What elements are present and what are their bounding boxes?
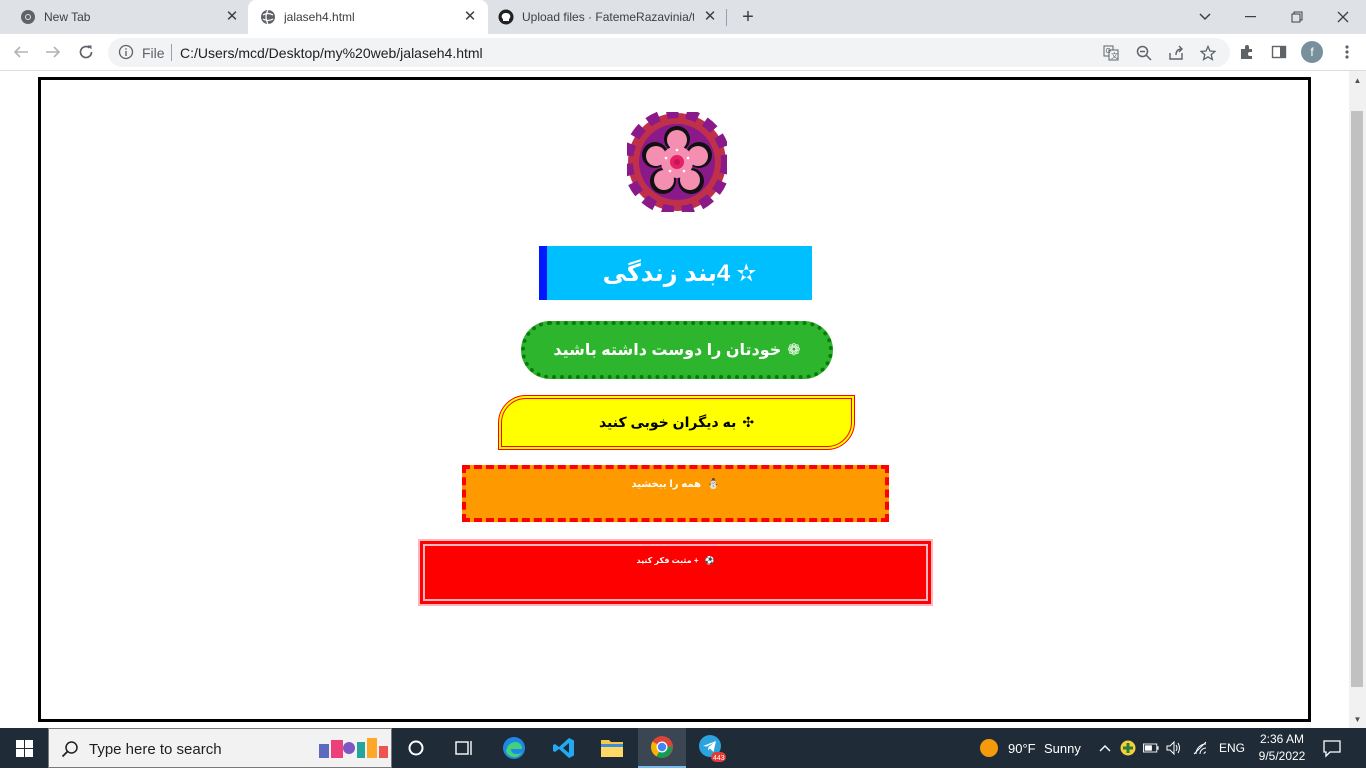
close-tab-icon[interactable]: ✕: [462, 9, 478, 25]
tab-separator: [726, 9, 727, 26]
reload-icon[interactable]: [75, 41, 97, 63]
search-icon: [61, 740, 79, 758]
telegram-icon[interactable]: 443: [688, 728, 736, 768]
rule-item-title: ✫ 4بند زندگی: [539, 246, 812, 300]
taskbar-search-box[interactable]: Type here to search: [48, 728, 392, 768]
ball-icon: ⚽: [704, 556, 715, 565]
rule-text: همه را ببخشید: [631, 479, 702, 490]
file-explorer-icon[interactable]: [588, 728, 636, 768]
restore-button[interactable]: [1274, 0, 1320, 34]
svg-text:文: 文: [1111, 51, 1118, 60]
telegram-badge: 443: [713, 755, 725, 762]
share-icon[interactable]: [1167, 44, 1184, 61]
scroll-down-arrow-icon[interactable]: ▼: [1353, 715, 1362, 724]
close-tab-icon[interactable]: ✕: [224, 9, 240, 25]
scroll-up-arrow-icon[interactable]: ▲: [1353, 76, 1362, 85]
github-icon: [498, 9, 514, 25]
address-bar[interactable]: File C:/Users/mcd/Desktop/my%20web/jalas…: [108, 38, 1230, 67]
language-indicator[interactable]: ENG: [1219, 741, 1245, 755]
windows-taskbar: Type here to search 443 90°F Sunny ENG 2…: [0, 728, 1366, 768]
new-tab-button[interactable]: +: [737, 6, 759, 28]
tab-label: Upload files · FatemeRazavinia/ta: [522, 10, 694, 24]
weather-temp[interactable]: 90°F: [1008, 741, 1036, 756]
star-icon: ✫: [736, 259, 757, 287]
vertical-scrollbar[interactable]: ▲ ▼: [1349, 71, 1366, 728]
flower-logo: [623, 108, 731, 216]
tab-label: New Tab: [44, 10, 91, 24]
rule-text: خودتان را دوست داشته باشید: [553, 342, 782, 359]
address-separator: [171, 44, 172, 61]
tab-search-chevron-icon[interactable]: [1182, 0, 1228, 34]
zoom-icon[interactable]: [1135, 44, 1152, 61]
rule-text: 4بند زندگی: [602, 259, 731, 287]
kebab-menu-icon[interactable]: [1337, 42, 1357, 62]
tab-new-tab[interactable]: New Tab ✕: [0, 0, 248, 34]
bookmark-star-icon[interactable]: [1199, 44, 1216, 61]
info-icon[interactable]: [118, 44, 134, 60]
chrome-icon: [20, 9, 36, 25]
url-text[interactable]: C:/Users/mcd/Desktop/my%20web/jalaseh4.h…: [180, 45, 483, 61]
flower-icon: ❁: [787, 342, 801, 359]
page-viewport: ✫ 4بند زندگی ❁ خودتان را دوست داشته باشی…: [0, 71, 1349, 728]
svg-text:G: G: [1105, 48, 1110, 55]
battery-icon[interactable]: [1143, 740, 1159, 756]
browser-tab-strip: New Tab ✕ jalaseh4.html ✕ Upload files ·…: [0, 0, 1366, 34]
close-tab-icon[interactable]: ✕: [702, 9, 718, 25]
rule-item-think-positive: ⚽ + مثبت فکر کنید: [418, 539, 933, 606]
clock-date: 9/5/2022: [1258, 749, 1306, 763]
rule-item-love-yourself: ❁ خودتان را دوست داشته باشید: [521, 321, 833, 379]
rule-item-be-kind: ✣ به دیگران خوبی کنید: [498, 395, 855, 450]
weather-sun-icon[interactable]: [979, 738, 999, 758]
close-window-button[interactable]: [1320, 0, 1366, 34]
extensions-puzzle-icon[interactable]: [1237, 42, 1257, 62]
search-highlight-illustration-icon: [315, 734, 391, 764]
scheme-label: File: [142, 45, 165, 61]
cortana-icon[interactable]: [392, 728, 440, 768]
vpn-shield-icon[interactable]: [1120, 740, 1136, 756]
scrollbar-thumb[interactable]: [1351, 111, 1363, 687]
rule-text: به دیگران خوبی کنید: [598, 414, 737, 430]
cross-icon: ✣: [742, 414, 755, 430]
rule-item-forgive: ⛄ همه را ببخشید: [462, 465, 889, 522]
tab-label: jalaseh4.html: [284, 10, 355, 24]
tab-upload-files[interactable]: Upload files · FatemeRazavinia/ta ✕: [488, 0, 726, 34]
tab-jalaseh4[interactable]: jalaseh4.html ✕: [248, 0, 488, 34]
forward-arrow-icon[interactable]: [42, 41, 64, 63]
rule-text: + مثبت فکر کنید: [636, 556, 699, 565]
search-placeholder: Type here to search: [89, 741, 222, 758]
task-view-icon[interactable]: [440, 728, 488, 768]
network-icon[interactable]: [1192, 740, 1208, 756]
minimize-button[interactable]: [1228, 0, 1274, 34]
profile-avatar[interactable]: f: [1301, 41, 1323, 63]
page-frame-border: ✫ 4بند زندگی ❁ خودتان را دوست داشته باشی…: [38, 77, 1311, 722]
chrome-taskbar-icon[interactable]: [638, 728, 686, 768]
notification-center-icon[interactable]: [1322, 738, 1342, 758]
side-panel-icon[interactable]: [1269, 42, 1289, 62]
back-arrow-icon[interactable]: [10, 41, 32, 63]
vscode-icon[interactable]: [540, 728, 588, 768]
weather-desc[interactable]: Sunny: [1044, 741, 1081, 756]
edge-browser-icon[interactable]: [490, 728, 538, 768]
volume-icon[interactable]: [1166, 740, 1182, 756]
browser-toolbar: File C:/Users/mcd/Desktop/my%20web/jalas…: [0, 34, 1366, 71]
translate-icon[interactable]: 文G: [1102, 44, 1119, 61]
clock-time: 2:36 AM: [1259, 732, 1305, 746]
globe-icon: [260, 9, 276, 25]
windows-start-icon[interactable]: [0, 728, 48, 768]
clock[interactable]: 2:36 AM 9/5/2022: [1252, 731, 1312, 765]
snowman-icon: ⛄: [707, 479, 720, 490]
chevron-up-icon[interactable]: [1097, 740, 1113, 756]
